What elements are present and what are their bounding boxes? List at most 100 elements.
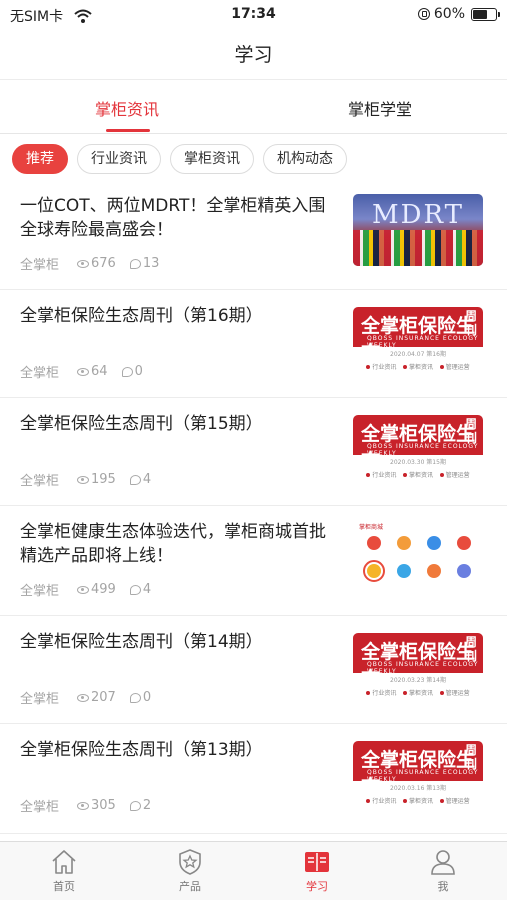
comment-icon [121, 366, 133, 377]
chip-industry-news[interactable]: 行业资讯 [77, 144, 161, 174]
eye-icon [77, 259, 90, 268]
tab-zhanggui-school[interactable]: 掌柜学堂 [280, 96, 480, 120]
article-meta: 全掌柜 64 0 [20, 362, 143, 381]
weekly-date-line: 2020.03.23 第14期 [390, 677, 446, 684]
app-grid-icon [457, 536, 471, 550]
article-meta: 全掌柜 305 2 [20, 796, 151, 815]
battery-percent: 60% [433, 6, 465, 22]
shield-star-icon [179, 849, 201, 875]
person-icon [431, 850, 455, 875]
comment-icon [129, 584, 141, 595]
home-icon [52, 850, 76, 874]
weekly-date-line: 2020.03.30 第15期 [390, 459, 446, 466]
status-bar: 无SIM卡 17:34 60% [0, 0, 507, 28]
weekly-english: QBOSS INSURANCE ECOLOGY WEEKLY [367, 335, 479, 349]
comment-count: 4 [142, 472, 152, 487]
tabbar-products[interactable]: 产品 [150, 848, 230, 894]
eye-icon [77, 475, 90, 484]
app-grid-icon [427, 536, 441, 550]
comment-count: 4 [142, 582, 152, 597]
list-item[interactable]: 全掌柜保险生态周刊（第14期） 全掌柜 207 0 全掌柜保险生态 周刊 QBO… [0, 616, 507, 724]
article-source: 全掌柜 [20, 474, 60, 489]
view-count: 676 [91, 256, 116, 271]
tabbar-me-label: 我 [437, 880, 449, 893]
article-meta: 全掌柜 499 4 [20, 580, 151, 599]
eye-icon [77, 693, 90, 702]
list-item[interactable]: 一位COT、两位MDRT！全掌柜精英入围全球寿险最高盛会！ 全掌柜 676 13… [0, 180, 507, 290]
list-item[interactable]: 全掌柜保险生态周刊（第13期） 全掌柜 305 2 全掌柜保险生态 周刊 QBO… [0, 724, 507, 834]
article-source: 全掌柜 [20, 258, 60, 273]
article-source: 全掌柜 [20, 366, 60, 381]
tabbar-me[interactable]: 我 [403, 848, 483, 894]
tabbar-home[interactable]: 首页 [24, 848, 104, 894]
comment-count: 2 [142, 798, 152, 813]
chip-zhanggui-news[interactable]: 掌柜资讯 [170, 144, 254, 174]
weekly-footer: 行业资讯 掌柜资讯 管理运营 [363, 470, 473, 479]
list-item[interactable]: 全掌柜保险生态周刊（第16期） 全掌柜 64 0 全掌柜保险生态 周刊 QBOS… [0, 290, 507, 398]
eye-icon [77, 801, 90, 810]
comment-icon [129, 258, 141, 269]
tab-zhanggui-news[interactable]: 掌柜资讯 [27, 96, 227, 120]
bottom-tab-bar: 首页 产品 学习 我 [0, 841, 507, 900]
list-item[interactable]: 全掌柜保险生态周刊（第15期） 全掌柜 195 4 全掌柜保险生态 周刊 QBO… [0, 398, 507, 506]
article-title: 全掌柜保险生态周刊（第13期） [20, 740, 263, 760]
comment-count: 0 [142, 690, 152, 705]
article-title: 全掌柜保险生态周刊（第15期） [20, 414, 263, 434]
book-icon [305, 852, 329, 872]
app-grid-icon [397, 536, 411, 550]
thumbnail-app-header: 掌柜商城 [359, 524, 384, 531]
weekly-footer: 行业资讯 掌柜资讯 管理运营 [363, 688, 473, 697]
view-count: 195 [91, 472, 116, 487]
eye-icon [77, 367, 90, 376]
view-count: 305 [91, 798, 116, 813]
article-title: 一位COT、两位MDRT！全掌柜精英入围全球寿险最高盛会！ [20, 196, 326, 240]
page-title: 学习 [234, 44, 273, 66]
tabbar-products-label: 产品 [179, 880, 201, 893]
weekly-banner: 全掌柜保险生态 周刊 QBOSS INSURANCE ECOLOGY WEEKL… [353, 633, 483, 690]
article-thumbnail: 全掌柜保险生态 周刊 QBOSS INSURANCE ECOLOGY WEEKL… [353, 415, 483, 487]
weekly-date-line: 2020.03.16 第13期 [390, 785, 446, 792]
weekly-english: QBOSS INSURANCE ECOLOGY WEEKLY [367, 661, 479, 675]
weekly-banner: 全掌柜保险生态 周刊 QBOSS INSURANCE ECOLOGY WEEKL… [353, 415, 483, 472]
weekly-side-label: 周刊 [465, 309, 478, 337]
weekly-date-line: 2020.04.07 第16期 [390, 351, 446, 358]
section-tabs: 掌柜资讯 掌柜学堂 [0, 80, 507, 134]
app-grid-icon [397, 564, 411, 578]
comment-count: 0 [134, 364, 143, 379]
article-title: 全掌柜保险生态周刊（第14期） [20, 632, 263, 652]
weekly-side-label: 周刊 [465, 635, 478, 663]
weekly-footer: 行业资讯 掌柜资讯 管理运营 [363, 362, 473, 371]
article-source: 全掌柜 [20, 800, 60, 815]
article-thumbnail: 全掌柜保险生态 周刊 QBOSS INSURANCE ECOLOGY WEEKL… [353, 741, 483, 813]
weekly-side-label: 周刊 [465, 417, 478, 445]
orientation-lock-icon [417, 8, 430, 20]
thumbnail-logo-text: MDRT [372, 200, 464, 230]
comment-icon [129, 692, 141, 703]
article-source: 全掌柜 [20, 584, 60, 599]
article-source: 全掌柜 [20, 692, 60, 707]
list-item[interactable]: 全掌柜健康生态体验迭代，掌柜商城首批精选产品即将上线！ 全掌柜 499 4 掌柜… [0, 506, 507, 616]
app-grid-icon [367, 536, 381, 550]
nav-bar: 学习 [0, 28, 507, 80]
view-count: 207 [91, 690, 116, 705]
comment-icon [129, 474, 141, 485]
weekly-banner: 全掌柜保险生态 周刊 QBOSS INSURANCE ECOLOGY WEEKL… [353, 741, 483, 798]
thumbnail-flags [353, 230, 483, 266]
view-count: 499 [91, 582, 116, 597]
weekly-footer: 行业资讯 掌柜资讯 管理运营 [363, 796, 473, 805]
chip-recommend[interactable]: 推荐 [12, 144, 68, 174]
weekly-banner: 全掌柜保险生态 周刊 QBOSS INSURANCE ECOLOGY WEEKL… [353, 307, 483, 364]
tabbar-home-label: 首页 [53, 880, 75, 893]
article-thumbnail: 全掌柜保险生态 周刊 QBOSS INSURANCE ECOLOGY WEEKL… [353, 307, 483, 379]
active-tab-indicator [106, 129, 150, 132]
app-grid-icon [427, 564, 441, 578]
tabbar-study-label: 学习 [306, 880, 328, 893]
chip-institution-news[interactable]: 机构动态 [263, 144, 347, 174]
weekly-english: QBOSS INSURANCE ECOLOGY WEEKLY [367, 443, 479, 457]
article-title: 全掌柜健康生态体验迭代，掌柜商城首批精选产品即将上线！ [20, 522, 326, 566]
eye-icon [77, 585, 90, 594]
tabbar-study[interactable]: 学习 [277, 848, 357, 894]
view-count: 64 [91, 364, 108, 379]
app-grid-icon [457, 564, 471, 578]
article-meta: 全掌柜 195 4 [20, 470, 151, 489]
